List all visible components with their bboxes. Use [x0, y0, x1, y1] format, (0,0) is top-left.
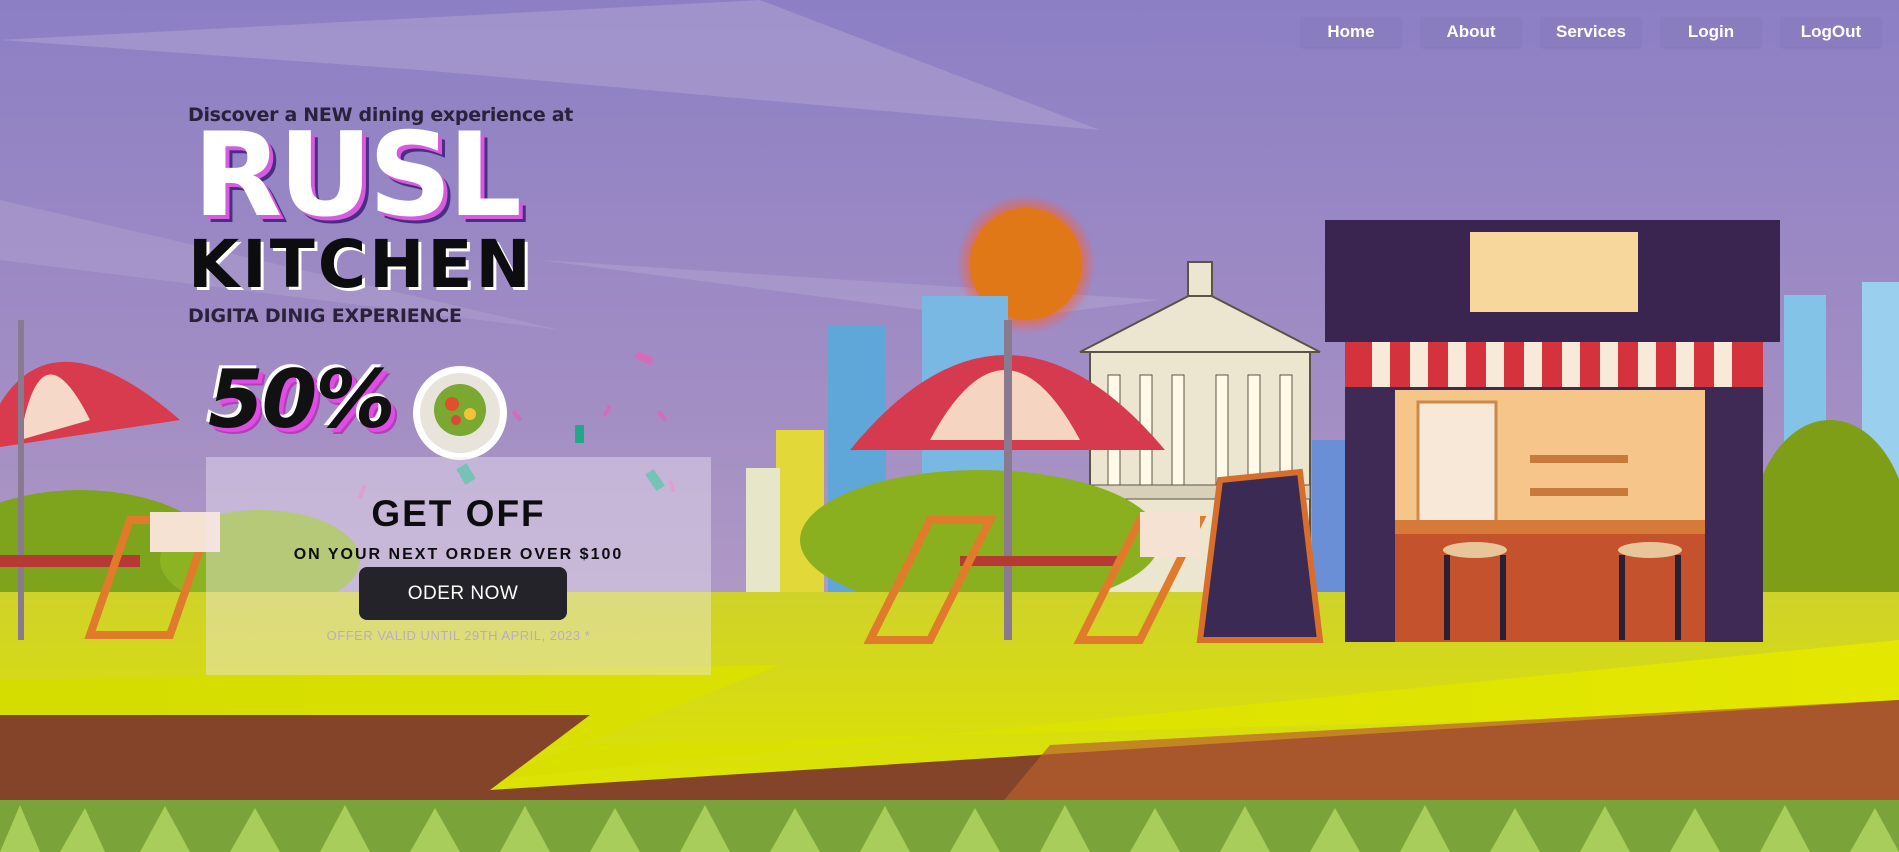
offer-title: GET OFF [371, 493, 546, 534]
brand-tagline: DIGITA DINIG EXPERIENCE [188, 305, 462, 327]
offer-subtitle: ON YOUR NEXT ORDER OVER $100 [293, 546, 624, 563]
nav-login-link[interactable]: Login [1661, 17, 1761, 47]
brand-name-main: RUSL [193, 108, 522, 243]
top-nav: Home About Services Login LogOut [1301, 17, 1881, 47]
nav-about-link[interactable]: About [1421, 17, 1521, 47]
offer-validity-note: OFFER VALID UNTIL 29TH APRIL, 2023 * [326, 628, 591, 643]
brand-name-sub: KITCHEN [188, 226, 534, 303]
nav-logout-link[interactable]: LogOut [1781, 17, 1881, 47]
order-now-button[interactable]: ODER NOW [359, 567, 567, 620]
nav-services-link[interactable]: Services [1541, 17, 1641, 47]
discount-percent: 50% [208, 353, 395, 446]
nav-home-link[interactable]: Home [1301, 17, 1401, 47]
offer-card: GET OFF ON YOUR NEXT ORDER OVER $100 ODE… [206, 457, 711, 675]
